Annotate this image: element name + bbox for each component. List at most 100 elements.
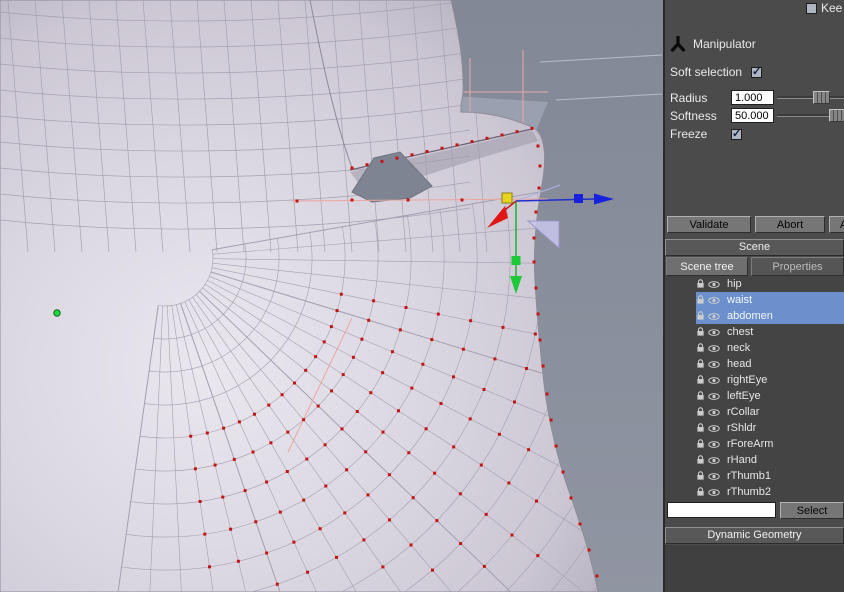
eye-icon[interactable]	[708, 424, 720, 433]
lock-icon[interactable]	[696, 407, 705, 417]
tree-row[interactable]: abdomen	[665, 308, 844, 324]
tree-item-label: rThumb1	[727, 470, 772, 482]
action-buttons: Validate Abort A	[667, 216, 844, 233]
freeze-label: Freeze	[670, 127, 708, 141]
lock-icon[interactable]	[696, 439, 705, 449]
keep-row: Kee	[806, 1, 842, 15]
dynamic-geometry-header[interactable]: Dynamic Geometry	[665, 527, 844, 544]
eye-icon[interactable]	[708, 440, 720, 449]
tree-row[interactable]: rThumb1	[665, 468, 844, 484]
eye-icon[interactable]	[708, 408, 720, 417]
tree-row[interactable]: chest	[665, 324, 844, 340]
soft-selection-row: Soft selection	[670, 65, 763, 79]
radius-slider-track	[777, 96, 844, 99]
eye-icon[interactable]	[708, 456, 720, 465]
tree-row[interactable]: leftEye	[665, 388, 844, 404]
softness-label: Softness	[670, 109, 717, 123]
tab-scene-tree[interactable]: Scene tree	[666, 257, 748, 276]
lock-icon[interactable]	[696, 359, 705, 369]
eye-icon[interactable]	[708, 392, 720, 401]
tree-row[interactable]: hip	[665, 276, 844, 292]
tree-row[interactable]: rForeArm	[665, 436, 844, 452]
lock-icon[interactable]	[696, 487, 705, 497]
radius-input[interactable]	[731, 90, 774, 105]
tree-item-label: rightEye	[727, 374, 768, 386]
apply-button[interactable]: A	[829, 216, 844, 233]
radius-slider-handle[interactable]	[813, 91, 830, 104]
lock-icon[interactable]	[696, 391, 705, 401]
panel-bottom-area	[665, 545, 844, 592]
radius-row: Radius	[665, 90, 844, 105]
scene-tabs: Scene tree Properties	[666, 257, 844, 276]
tree-row[interactable]: rCollar	[665, 404, 844, 420]
select-button[interactable]: Select	[780, 502, 844, 519]
lock-icon[interactable]	[696, 327, 705, 337]
soft-selection-label: Soft selection	[670, 65, 743, 79]
tab-properties[interactable]: Properties	[751, 257, 844, 276]
tree-item-label: rShldr	[727, 422, 757, 434]
tree-item-label: neck	[727, 342, 751, 354]
freeze-checkbox[interactable]	[731, 127, 742, 140]
lock-icon[interactable]	[696, 423, 705, 433]
tree-item-label: chest	[727, 326, 754, 338]
radius-label: Radius	[670, 91, 708, 105]
lock-icon[interactable]	[696, 455, 705, 465]
tree-item-label: waist	[727, 294, 753, 306]
softness-slider-handle[interactable]	[829, 109, 844, 122]
eye-icon[interactable]	[708, 328, 720, 337]
tree-row[interactable]: rHand	[665, 452, 844, 468]
tree-row[interactable]: waist	[665, 292, 844, 308]
eye-icon[interactable]	[708, 296, 720, 305]
tree-row[interactable]: head	[665, 356, 844, 372]
validate-button[interactable]: Validate	[667, 216, 751, 233]
eye-icon[interactable]	[708, 312, 720, 321]
tree-item-label: rCollar	[727, 406, 760, 418]
lock-icon[interactable]	[696, 295, 705, 305]
scene-panel-header[interactable]: Scene	[665, 239, 844, 256]
scene-tree-list: hip waist abdomen chest neck head rightE…	[665, 276, 844, 502]
viewport-3d[interactable]	[0, 0, 663, 592]
softness-row: Softness	[665, 108, 844, 123]
radius-slider[interactable]	[777, 90, 844, 105]
search-input[interactable]	[667, 502, 776, 518]
manipulator-title: Manipulator	[693, 37, 756, 51]
lock-icon[interactable]	[696, 343, 705, 353]
keep-checkbox[interactable]	[806, 2, 817, 14]
lock-icon[interactable]	[696, 311, 705, 321]
keep-label: Kee	[821, 1, 843, 15]
app-window: Kee Manipulator Soft selection Radius So…	[0, 0, 844, 592]
tree-row[interactable]: rShldr	[665, 420, 844, 436]
eye-icon[interactable]	[708, 280, 720, 289]
manipulator-section-header: Manipulator	[670, 35, 756, 52]
softness-input[interactable]	[731, 108, 774, 123]
eye-icon[interactable]	[708, 472, 720, 481]
tree-row[interactable]: rThumb2	[665, 484, 844, 500]
tree-item-label: hip	[727, 278, 742, 290]
softness-slider[interactable]	[777, 108, 844, 123]
tree-row[interactable]: rightEye	[665, 372, 844, 388]
lock-icon[interactable]	[696, 375, 705, 385]
abort-button[interactable]: Abort	[755, 216, 825, 233]
lock-icon[interactable]	[696, 279, 705, 289]
manipulator-icon	[670, 35, 686, 52]
soft-selection-checkbox[interactable]	[751, 65, 763, 78]
eye-icon[interactable]	[708, 488, 720, 497]
lock-icon[interactable]	[696, 471, 705, 481]
select-row: Select	[667, 502, 844, 519]
tree-item-label: rThumb2	[727, 486, 772, 498]
eye-icon[interactable]	[708, 344, 720, 353]
eye-icon[interactable]	[708, 376, 720, 385]
eye-icon[interactable]	[708, 360, 720, 369]
tree-row[interactable]: neck	[665, 340, 844, 356]
